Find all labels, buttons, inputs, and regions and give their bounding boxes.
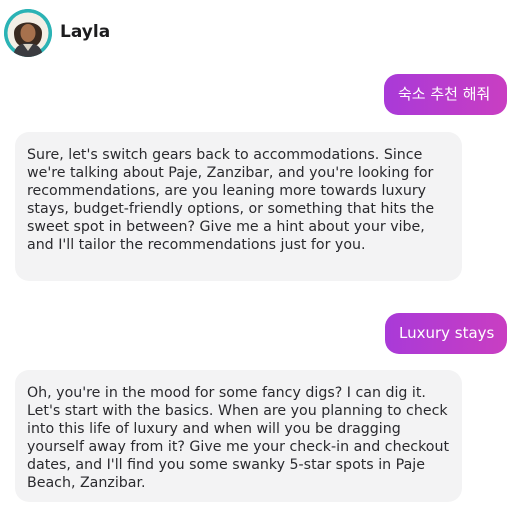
bot-message-bubble: Sure, let's switch gears back to accommo…	[15, 132, 462, 281]
chat-header: Layla	[0, 0, 516, 62]
user-message-bubble: 숙소 추천 해줘	[384, 74, 507, 115]
contact-name: Layla	[60, 22, 111, 42]
bot-message-bubble: Oh, you're in the mood for some fancy di…	[15, 370, 462, 502]
message-text: Oh, you're in the mood for some fancy di…	[27, 385, 450, 491]
avatar-illustration	[4, 9, 52, 57]
user-message-bubble: Luxury stays	[385, 313, 507, 354]
message-text: 숙소 추천 해줘	[398, 85, 491, 103]
message-text: Sure, let's switch gears back to accommo…	[27, 147, 435, 253]
person-avatar-icon[interactable]	[4, 9, 52, 57]
message-text: Luxury stays	[399, 324, 495, 342]
